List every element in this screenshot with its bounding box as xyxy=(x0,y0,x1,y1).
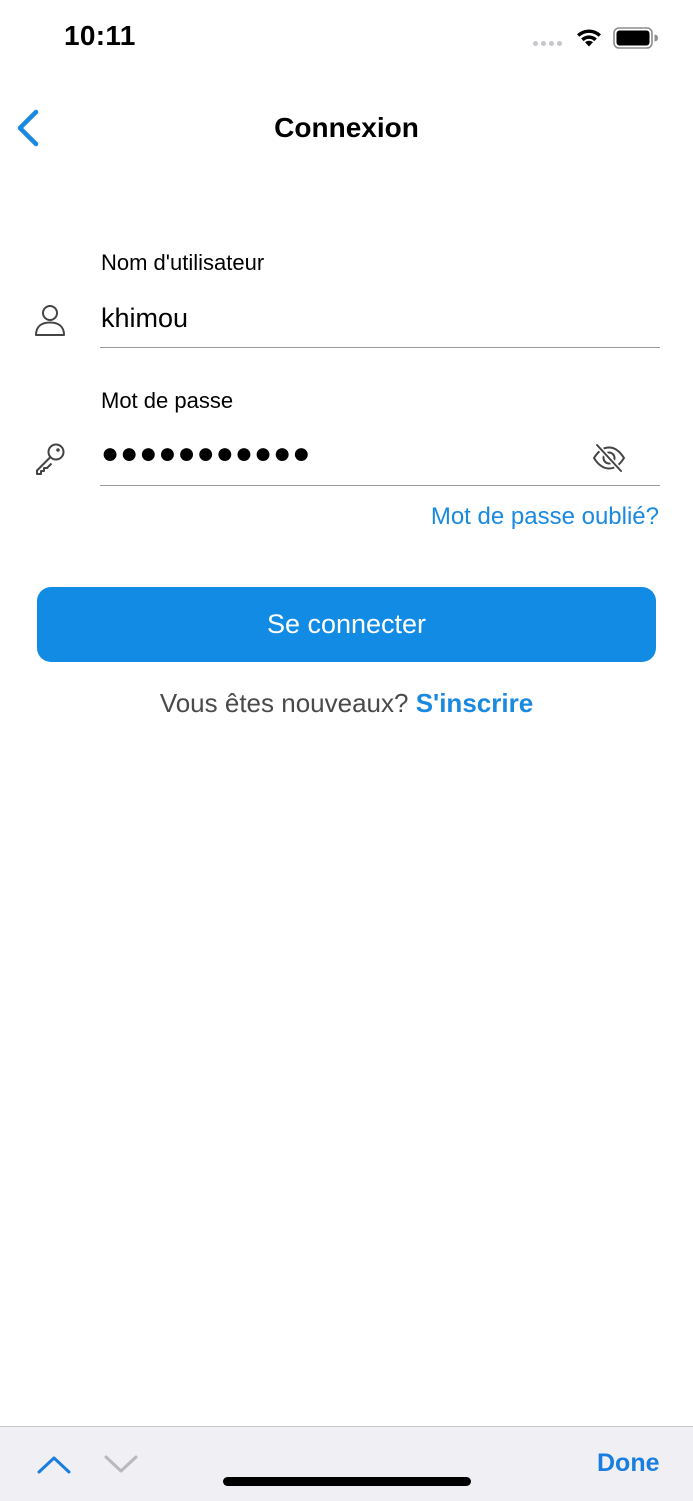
login-button[interactable]: Se connecter xyxy=(37,587,656,662)
page-title: Connexion xyxy=(274,112,419,143)
toggle-password-visibility-button[interactable] xyxy=(591,442,627,474)
home-indicator xyxy=(223,1477,471,1486)
username-input[interactable] xyxy=(101,296,571,340)
forgot-password-link[interactable]: Mot de passe oublié? xyxy=(431,503,659,531)
cellular-signal-icon xyxy=(533,41,562,46)
status-time: 10:11 xyxy=(64,20,136,51)
signup-link[interactable]: S'inscrire xyxy=(416,688,533,718)
done-button[interactable]: Done xyxy=(597,1449,660,1478)
key-icon xyxy=(32,441,68,482)
password-underline xyxy=(100,485,660,486)
eye-slash-icon xyxy=(592,443,626,473)
next-field-button[interactable] xyxy=(103,1450,139,1483)
wifi-icon xyxy=(574,26,604,53)
chevron-up-icon xyxy=(37,1456,71,1474)
battery-icon xyxy=(613,27,659,54)
signup-row: Vous êtes nouveaux? S'inscrire xyxy=(0,688,693,719)
username-label: Nom d'utilisateur xyxy=(101,250,265,275)
username-underline xyxy=(100,347,660,348)
previous-field-button[interactable] xyxy=(36,1450,72,1483)
password-label: Mot de passe xyxy=(101,388,234,413)
person-icon xyxy=(32,302,68,343)
password-input[interactable]: ●●●●●●●●●●● xyxy=(101,432,571,476)
signup-prompt: Vous êtes nouveaux? xyxy=(159,688,416,718)
chevron-down-icon xyxy=(104,1455,138,1473)
